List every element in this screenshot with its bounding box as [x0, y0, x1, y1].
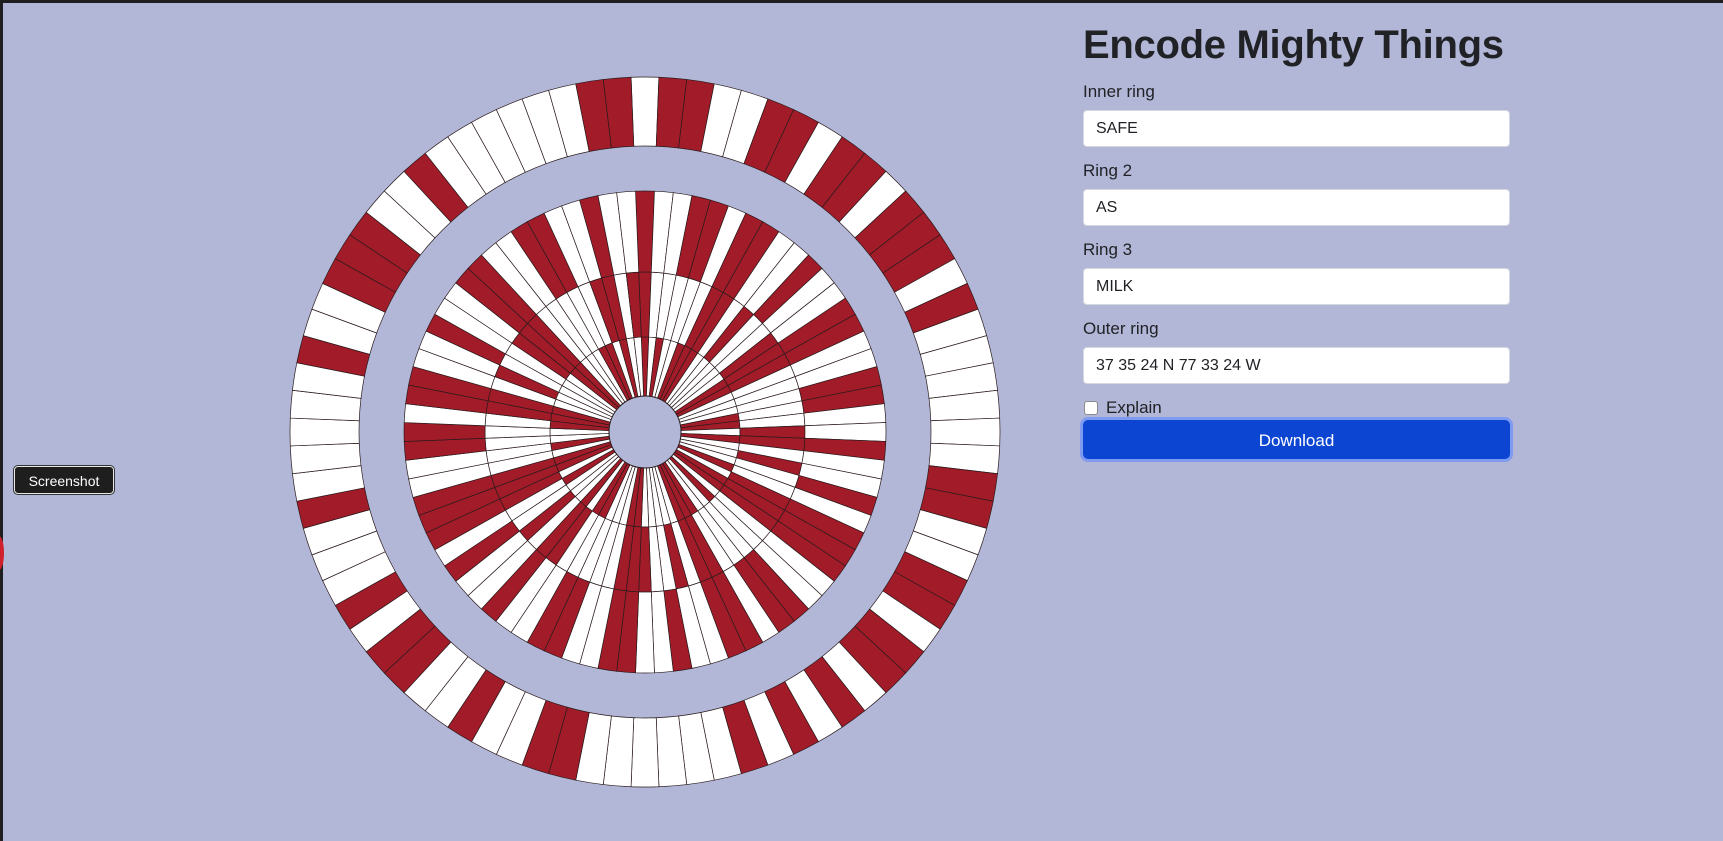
explain-label: Explain [1106, 398, 1162, 417]
screenshot-button[interactable]: Screenshot [14, 466, 114, 494]
parachute-wheel [289, 76, 1001, 788]
explain-row: Explain [1083, 396, 1510, 420]
partial-record-indicator [0, 536, 4, 570]
wheel-hub [608, 395, 682, 469]
inner-ring-label: Inner ring [1083, 82, 1155, 101]
ring-3-label: Ring 3 [1083, 240, 1133, 259]
ring-2-label: Ring 2 [1083, 161, 1133, 180]
ring-3-input[interactable] [1083, 268, 1510, 305]
page-title: Encode Mighty Things [1083, 23, 1504, 67]
outer-ring-input[interactable] [1083, 347, 1510, 384]
encoder-panel: Encode Mighty Things Inner ring Ring 2 R… [1083, 20, 1510, 459]
window-left-border [0, 0, 3, 841]
gore-outer-40 [630, 717, 660, 788]
download-button[interactable]: Download [1083, 420, 1510, 459]
ring-2-input[interactable] [1083, 189, 1510, 226]
explain-checkbox[interactable] [1084, 401, 1098, 415]
gore-outer-60 [289, 417, 360, 447]
outer-ring-label: Outer ring [1083, 319, 1159, 338]
window-top-border [0, 0, 1723, 3]
inner-ring-input[interactable] [1083, 110, 1510, 147]
gore-outer-20 [930, 417, 1001, 447]
gore-outer-0 [630, 76, 660, 147]
